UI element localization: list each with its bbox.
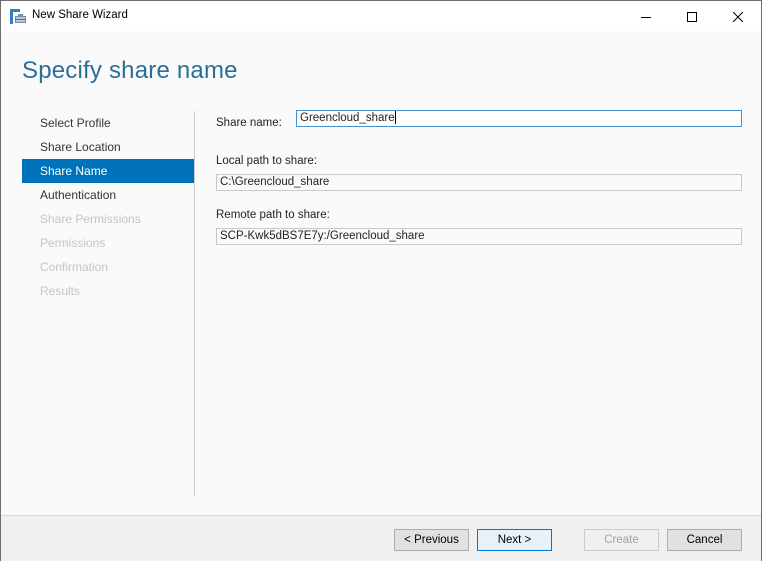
minimize-button[interactable] [623,1,669,31]
cancel-button[interactable]: Cancel [667,529,742,551]
previous-button[interactable]: < Previous [394,529,469,551]
nav-step-share-permissions: Share Permissions [40,212,141,226]
share-name-value: Greencloud_share [300,112,395,124]
wizard-steps-nav: Select Profile Share Location Share Name… [22,111,194,303]
remote-path-field[interactable]: SCP-Kwk5dBS7E7y:/Greencloud_share [216,228,742,245]
nav-step-authentication[interactable]: Authentication [22,183,194,207]
nav-step-share-name[interactable]: Share Name [22,159,194,183]
wizard-content: Specify share name Select Profile Share … [1,31,761,515]
nav-step-share-location[interactable]: Share Location [22,135,194,159]
text-caret [394,111,396,125]
nav-divider [194,111,195,496]
share-wizard-icon [10,9,26,24]
nav-step-results: Results [40,284,81,298]
new-share-wizard-window: New Share Wizard Specify share name Sele… [0,0,762,561]
wizard-footer: < Previous Next > Create Cancel [1,515,761,561]
page-title: Specify share name [22,57,238,84]
minimize-icon [641,7,651,26]
nav-step-permissions: Permissions [40,236,106,250]
window-title: New Share Wizard [32,9,128,21]
local-path-field[interactable]: C:\Greencloud_share [216,174,742,191]
next-button[interactable]: Next > [477,529,552,551]
local-path-label: Local path to share: [216,155,318,167]
share-name-input[interactable]: Greencloud_share [296,110,742,127]
close-icon [732,7,744,26]
nav-step-select-profile[interactable]: Select Profile [22,111,194,135]
nav-step-confirmation: Confirmation [40,260,109,274]
close-button[interactable] [715,1,761,31]
maximize-icon [687,7,697,26]
remote-path-label: Remote path to share: [216,209,330,221]
title-bar[interactable]: New Share Wizard [1,1,761,31]
maximize-button[interactable] [669,1,715,31]
share-name-label: Share name: [216,117,282,129]
create-button: Create [584,529,659,551]
